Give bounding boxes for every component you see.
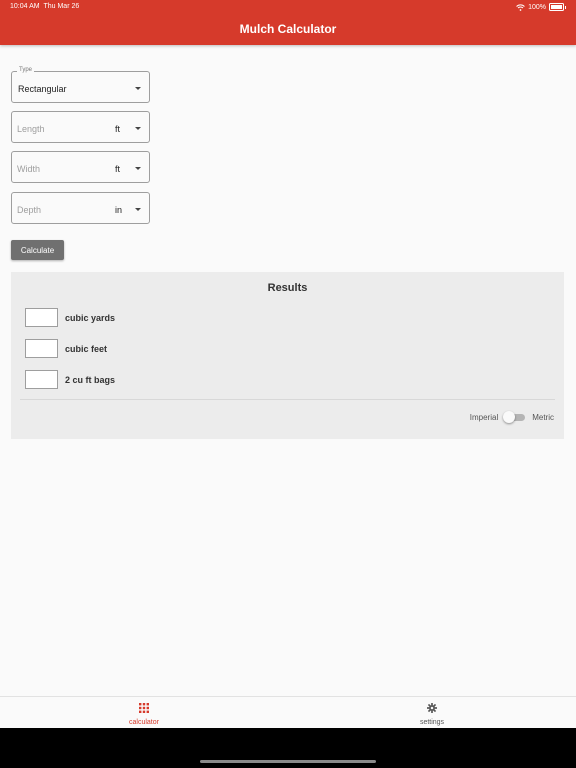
length-unit-select[interactable]: ft [115, 124, 120, 134]
app-bar: 10:04 AM Thu Mar 26 100% Mulch Calculato… [0, 0, 576, 45]
status-indicators: 100% [516, 3, 566, 11]
width-field: Width ft [11, 151, 150, 183]
page-title: Mulch Calculator [239, 22, 337, 36]
result-row-cubic-yards: cubic yards [25, 308, 225, 328]
cubic-yards-label: cubic yards [65, 313, 116, 323]
result-row-bags: 2 cu ft bags [25, 370, 225, 390]
home-indicator[interactable] [200, 760, 376, 763]
imperial-label: Imperial [469, 412, 499, 422]
bottom-nav: calculator settings [0, 696, 576, 729]
results-divider [20, 399, 555, 400]
nav-item-settings[interactable]: settings [392, 701, 472, 727]
type-label: Type [17, 67, 35, 73]
chevron-down-icon[interactable] [135, 208, 141, 211]
nav-label-settings: settings [419, 719, 445, 726]
cubic-yards-value [25, 308, 58, 327]
type-value: Rectangular [18, 84, 67, 94]
unit-system-toggle: Imperial Metric [470, 411, 554, 423]
depth-unit-select[interactable]: in [115, 205, 122, 215]
cubic-feet-value [25, 339, 58, 358]
battery-icon [549, 3, 566, 11]
nav-item-calculator[interactable]: calculator [104, 701, 184, 727]
calculate-button[interactable]: Calculate [11, 240, 64, 260]
bags-label: 2 cu ft bags [65, 375, 116, 385]
width-unit-select[interactable]: ft [115, 164, 120, 174]
metric-toggle-switch[interactable] [503, 411, 526, 423]
depth-input[interactable]: Depth [17, 205, 41, 215]
type-select[interactable]: Type Rectangular [11, 67, 150, 103]
battery-percent: 100% [528, 3, 546, 11]
wifi-icon [516, 3, 525, 11]
result-row-cubic-feet: cubic feet [25, 339, 225, 359]
home-indicator-area [0, 728, 576, 768]
results-title: Results [267, 282, 308, 294]
chevron-down-icon [135, 87, 141, 90]
depth-field: Depth in [11, 192, 150, 224]
bags-value [25, 370, 58, 389]
gear-icon [427, 703, 437, 713]
results-panel: Results cubic yards cubic feet 2 cu ft b… [11, 272, 564, 439]
length-field: Length ft [11, 111, 150, 143]
grid-icon [139, 703, 149, 713]
status-bar: 10:04 AM Thu Mar 26 100% [0, 0, 576, 14]
toggle-knob[interactable] [503, 411, 516, 423]
status-clock: 10:04 AM [10, 3, 40, 10]
length-input[interactable]: Length [17, 124, 45, 134]
metric-label: Metric [532, 412, 554, 422]
status-date: Thu Mar 26 [43, 3, 80, 10]
chevron-down-icon[interactable] [135, 167, 141, 170]
nav-label-calculator: calculator [129, 719, 159, 726]
chevron-down-icon[interactable] [135, 127, 141, 130]
cubic-feet-label: cubic feet [65, 344, 108, 354]
status-time: 10:04 AM Thu Mar 26 [10, 3, 79, 10]
width-input[interactable]: Width [17, 164, 40, 174]
